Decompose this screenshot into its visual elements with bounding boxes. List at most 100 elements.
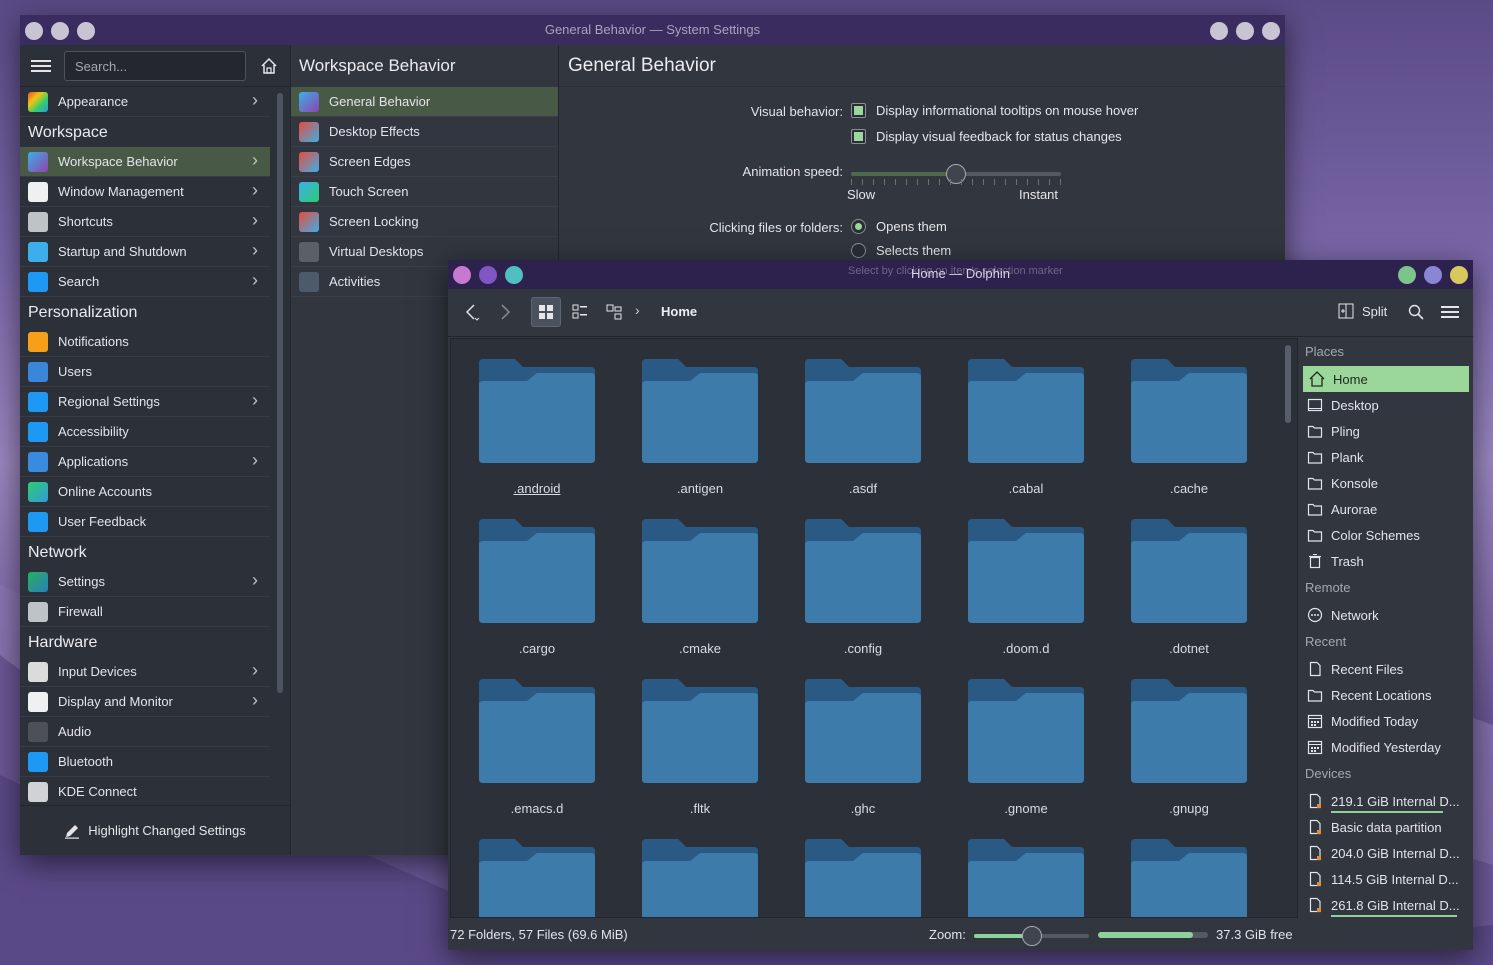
place-261-8-gib-internal-d[interactable]: 261.8 GiB Internal D...: [1301, 892, 1473, 918]
row-label: Appearance: [58, 94, 129, 109]
back-button[interactable]: [456, 297, 486, 327]
feedback-checkbox[interactable]: Display visual feedback for status chang…: [851, 129, 1122, 144]
split-button[interactable]: Split: [1338, 303, 1387, 319]
sidebar-item-appearance[interactable]: Appearance ›: [20, 87, 270, 117]
sidebar-item-input-devices[interactable]: Input Devices ›: [20, 657, 270, 687]
minimize-button[interactable]: [1398, 266, 1416, 284]
folder-item[interactable]: .cargo: [479, 519, 595, 679]
place-plank[interactable]: Plank: [1301, 444, 1473, 470]
sidebar-item-online-accounts[interactable]: Online Accounts: [20, 477, 270, 507]
sidebar-item-settings[interactable]: Settings ›: [20, 567, 270, 597]
place-modified-today[interactable]: Modified Today: [1301, 708, 1473, 734]
folder-item[interactable]: [479, 839, 595, 917]
sidebar-item-bluetooth[interactable]: Bluetooth: [20, 747, 270, 777]
folder-item[interactable]: .cabal: [968, 359, 1084, 519]
place-konsole[interactable]: Konsole: [1301, 470, 1473, 496]
sidebar-item-applications[interactable]: Applications ›: [20, 447, 270, 477]
dolphin-titlebar[interactable]: Select by clicking on item's selection m…: [448, 260, 1473, 289]
sidebar-item-search[interactable]: Search ›: [20, 267, 270, 297]
breadcrumb-home[interactable]: Home: [661, 304, 697, 319]
selects-them-radio[interactable]: Selects them: [851, 243, 951, 258]
folder-item[interactable]: [968, 839, 1084, 917]
chevron-right-icon: ›: [252, 690, 258, 710]
sidebar-item-user-feedback[interactable]: User Feedback: [20, 507, 270, 537]
zoom-slider-handle[interactable]: [1021, 926, 1042, 946]
subpanel-item-general-behavior[interactable]: General Behavior: [291, 87, 558, 117]
folder-item[interactable]: [642, 839, 758, 917]
sidebar-item-window-management[interactable]: Window Management ›: [20, 177, 270, 207]
place-219-1-gib-internal-d[interactable]: 219.1 GiB Internal D...: [1301, 788, 1473, 814]
hamburger-menu-icon[interactable]: [31, 57, 51, 75]
folder-item[interactable]: .antigen: [642, 359, 758, 519]
bluetooth-icon: [28, 751, 48, 772]
sidebar-item-firewall[interactable]: Firewall: [20, 597, 270, 627]
maximize-button[interactable]: [1236, 22, 1254, 40]
folder-item[interactable]: .cmake: [642, 519, 758, 679]
regional-settings-icon: [28, 391, 48, 412]
sidebar-item-startup-and-shutdown[interactable]: Startup and Shutdown ›: [20, 237, 270, 267]
sidebar-item-regional-settings[interactable]: Regional Settings ›: [20, 387, 270, 417]
virtual-desktops-icon: [299, 241, 319, 262]
file-view-scrollbar[interactable]: [1285, 345, 1291, 423]
sidebar-item-users[interactable]: Users: [20, 357, 270, 387]
subpanel-item-touch-screen[interactable]: Touch Screen: [291, 177, 558, 207]
highlight-changed-settings-button[interactable]: Highlight Changed Settings: [20, 805, 290, 855]
place-basic-data-partition[interactable]: Basic data partition: [1301, 814, 1473, 840]
zoom-slider[interactable]: [974, 926, 1089, 946]
folder-item[interactable]: .asdf: [805, 359, 921, 519]
search-button[interactable]: [1401, 297, 1431, 327]
sidebar-item-audio[interactable]: Audio: [20, 717, 270, 747]
folder-item[interactable]: .config: [805, 519, 921, 679]
sidebar-item-accessibility[interactable]: Accessibility: [20, 417, 270, 447]
subpanel-item-desktop-effects[interactable]: Desktop Effects: [291, 117, 558, 147]
folder-item[interactable]: .ghc: [805, 679, 921, 839]
folder-item[interactable]: .gnome: [968, 679, 1084, 839]
folder-item[interactable]: [805, 839, 921, 917]
sidebar-item-workspace-behavior[interactable]: Workspace Behavior ›: [20, 147, 270, 177]
menu-button[interactable]: [1435, 297, 1465, 327]
place-recent-files[interactable]: Recent Files: [1301, 656, 1473, 682]
place-color-schemes[interactable]: Color Schemes: [1301, 522, 1473, 548]
folder-item[interactable]: .emacs.d: [479, 679, 595, 839]
animation-speed-slider[interactable]: [851, 164, 1061, 184]
settings-search-input[interactable]: Search...: [64, 51, 246, 81]
place-recent-locations[interactable]: Recent Locations: [1301, 682, 1473, 708]
subpanel-item-screen-edges[interactable]: Screen Edges: [291, 147, 558, 177]
place-114-5-gib-internal-d[interactable]: 114.5 GiB Internal D...: [1301, 866, 1473, 892]
settings-titlebar[interactable]: General Behavior — System Settings: [20, 15, 1285, 45]
opens-them-radio[interactable]: Opens them: [851, 219, 947, 234]
place-network[interactable]: Network: [1301, 602, 1473, 628]
sidebar-item-kde-connect[interactable]: KDE Connect: [20, 777, 270, 807]
tooltip-checkbox[interactable]: Display informational tooltips on mouse …: [851, 103, 1138, 118]
sidebar-item-shortcuts[interactable]: Shortcuts ›: [20, 207, 270, 237]
forward-button[interactable]: [490, 297, 520, 327]
folder-item[interactable]: .doom.d: [968, 519, 1084, 679]
folder-item[interactable]: .gnupg: [1131, 679, 1247, 839]
maximize-button[interactable]: [1424, 266, 1442, 284]
file-view[interactable]: .android .antigen .asdf .cabal .cache .cargo.…: [450, 338, 1298, 918]
details-view-button[interactable]: [599, 297, 629, 327]
place-modified-yesterday[interactable]: Modified Yesterday: [1301, 734, 1473, 760]
folder-item[interactable]: .dotnet: [1131, 519, 1247, 679]
minimize-button[interactable]: [1210, 22, 1228, 40]
place-204-0-gib-internal-d[interactable]: 204.0 GiB Internal D...: [1301, 840, 1473, 866]
place-desktop[interactable]: Desktop: [1301, 392, 1473, 418]
sidebar-item-notifications[interactable]: Notifications: [20, 327, 270, 357]
sidebar-item-display-and-monitor[interactable]: Display and Monitor ›: [20, 687, 270, 717]
close-button[interactable]: [1450, 266, 1468, 284]
folder-item[interactable]: [1131, 839, 1247, 917]
folder-item[interactable]: .cache: [1131, 359, 1247, 519]
place-trash[interactable]: Trash: [1301, 548, 1473, 574]
folder-name: .antigen: [676, 481, 724, 496]
subpanel-item-screen-locking[interactable]: Screen Locking: [291, 207, 558, 237]
icons-view-button[interactable]: [531, 297, 561, 327]
folder-item[interactable]: .android: [479, 359, 595, 519]
folder-item[interactable]: .fltk: [642, 679, 758, 839]
place-aurorae[interactable]: Aurorae: [1301, 496, 1473, 522]
close-button[interactable]: [1262, 22, 1280, 40]
compact-view-button[interactable]: [565, 297, 595, 327]
place-pling[interactable]: Pling: [1301, 418, 1473, 444]
home-icon[interactable]: [260, 57, 278, 75]
sidebar-scrollbar[interactable]: [277, 93, 283, 693]
place-home[interactable]: Home: [1303, 366, 1469, 392]
